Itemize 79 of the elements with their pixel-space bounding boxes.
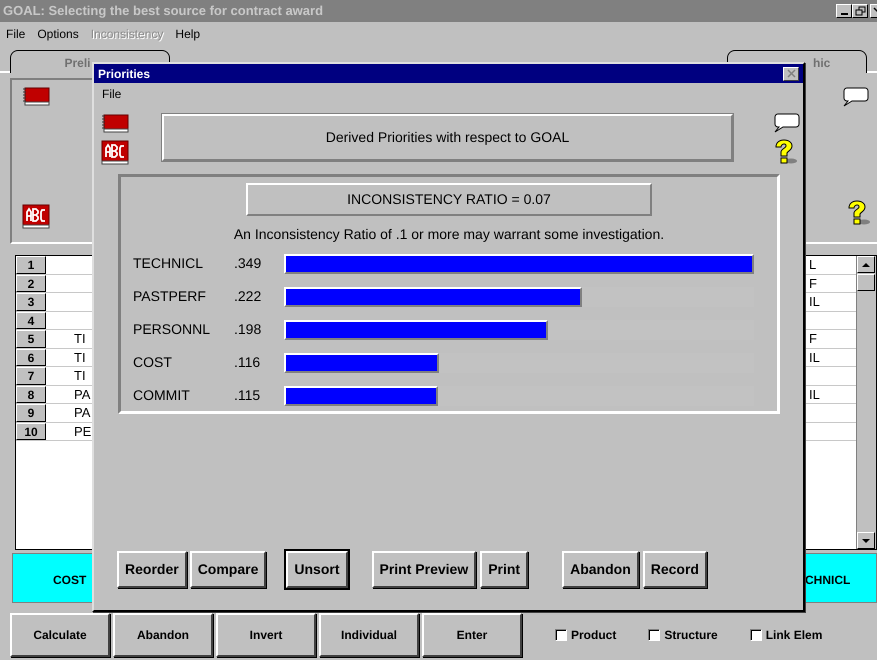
row-number[interactable]: 7 bbox=[16, 367, 46, 384]
notebook-icon bbox=[101, 113, 131, 133]
menu-item[interactable]: File bbox=[6, 24, 26, 42]
row-number[interactable]: 6 bbox=[16, 348, 46, 366]
dialog-button[interactable]: Print bbox=[480, 550, 528, 588]
row-number[interactable]: 1 bbox=[16, 256, 46, 274]
scroll-down-button[interactable] bbox=[857, 532, 875, 549]
dialog-button[interactable]: Print Preview bbox=[372, 550, 476, 588]
close-button[interactable] bbox=[783, 66, 799, 80]
speech-bubble-icon bbox=[841, 86, 869, 108]
note-text: An Inconsistency Ratio of .1 or more may warrant some investigation. bbox=[232, 225, 666, 244]
row-number[interactable]: 9 bbox=[16, 404, 46, 422]
table-cell: F bbox=[809, 274, 817, 292]
minimize-button[interactable] bbox=[836, 4, 852, 18]
comparison-label: CHNICL bbox=[805, 572, 850, 589]
toolbar-button[interactable]: Enter bbox=[422, 613, 522, 657]
notebook-icon bbox=[22, 86, 52, 106]
table-cell-text: TI bbox=[73, 367, 87, 384]
checkbox-label: Link Elem bbox=[766, 627, 822, 644]
priority-value: .349 bbox=[234, 254, 262, 273]
spelling-book-icon bbox=[101, 140, 129, 165]
ratio-display: INCONSISTENCY RATIO = 0.07 bbox=[246, 183, 652, 216]
table-cell-text: PA bbox=[73, 404, 92, 422]
row-number[interactable]: 5 bbox=[16, 330, 46, 348]
dialog-button[interactable]: Abandon bbox=[562, 550, 639, 588]
toolbar-button[interactable]: Abandon bbox=[113, 613, 213, 657]
toolbar-button[interactable]: Invert bbox=[216, 613, 316, 657]
priority-value: .116 bbox=[234, 353, 262, 372]
priority-value: .115 bbox=[234, 386, 262, 405]
checkbox[interactable] bbox=[555, 629, 567, 641]
close-icon bbox=[786, 69, 796, 78]
priority-name: TECHNICL bbox=[132, 254, 204, 273]
up-arrow-icon bbox=[861, 262, 871, 268]
spelling-book-icon bbox=[22, 204, 50, 229]
checkbox-label: Structure bbox=[664, 627, 718, 644]
comparison-label: COST bbox=[53, 572, 86, 589]
checkbox-label: Product bbox=[571, 627, 616, 644]
menu-item[interactable]: Help bbox=[175, 24, 200, 42]
priority-value: .198 bbox=[234, 320, 262, 339]
table-cell-text: PE bbox=[73, 422, 92, 440]
toolbar-button[interactable]: Individual bbox=[319, 613, 419, 657]
priority-name: PASTPERF bbox=[132, 287, 207, 306]
priority-value: .222 bbox=[234, 287, 262, 306]
dialog-button[interactable]: Unsort bbox=[286, 550, 348, 588]
close-button[interactable] bbox=[870, 4, 877, 18]
priority-name: COST bbox=[132, 353, 173, 372]
menu-item[interactable]: File bbox=[102, 85, 122, 101]
restore-button[interactable] bbox=[852, 4, 868, 18]
minimize-icon bbox=[840, 13, 848, 15]
row-number[interactable]: 10 bbox=[16, 422, 46, 440]
priority-name: PERSONNL bbox=[132, 320, 212, 339]
toolbar-button[interactable]: Calculate bbox=[10, 613, 110, 657]
window-title: GOAL: Selecting the best source for contract award bbox=[3, 2, 324, 20]
table-cell: L bbox=[809, 256, 816, 274]
dialog-button[interactable]: Record bbox=[642, 550, 707, 588]
table-cell: IL bbox=[809, 386, 820, 404]
restore-icon bbox=[854, 6, 866, 16]
scrollbar[interactable] bbox=[856, 256, 876, 549]
table-cell-text: PA bbox=[73, 386, 92, 403]
checkbox[interactable] bbox=[648, 629, 660, 641]
dialog-button[interactable]: Reorder bbox=[117, 550, 187, 588]
row-number[interactable]: 3 bbox=[16, 293, 46, 310]
table-cell: F bbox=[809, 330, 817, 348]
priority-name: COMMIT bbox=[132, 386, 191, 405]
row-number[interactable]: 4 bbox=[16, 312, 46, 329]
row-number[interactable]: 2 bbox=[16, 274, 46, 292]
chart-heading: Derived Priorities with respect to GOAL bbox=[162, 114, 733, 161]
menu-item[interactable]: Options bbox=[37, 24, 79, 42]
down-arrow-icon bbox=[861, 538, 871, 544]
scroll-up-button[interactable] bbox=[857, 256, 875, 273]
table-cell: IL bbox=[809, 348, 820, 366]
table-cell-text: TI bbox=[73, 330, 87, 348]
scroll-thumb[interactable] bbox=[857, 274, 875, 291]
checkbox[interactable] bbox=[750, 629, 762, 641]
table-cell-text: TI bbox=[73, 348, 87, 366]
speech-bubble-icon bbox=[772, 112, 800, 134]
dialog-button[interactable]: Compare bbox=[190, 550, 266, 588]
row-number[interactable]: 8 bbox=[16, 386, 46, 403]
table-cell: IL bbox=[809, 293, 820, 311]
